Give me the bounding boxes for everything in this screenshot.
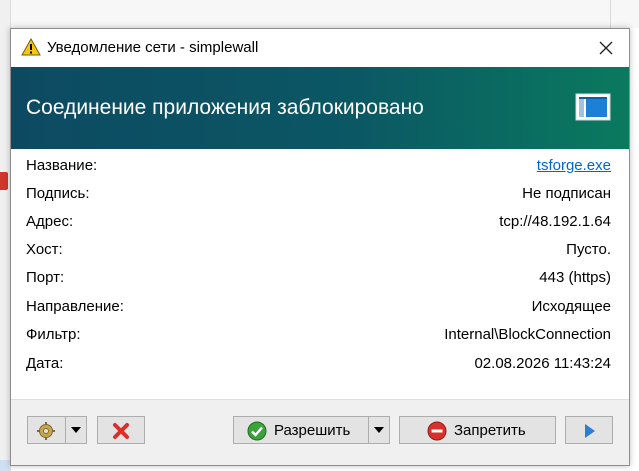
allow-dropdown-toggle[interactable] (368, 417, 389, 443)
window-icon (575, 93, 611, 121)
detail-value: Не подписан (522, 185, 611, 202)
settings-dropdown-toggle[interactable] (65, 417, 86, 443)
allow-split-button[interactable]: Разрешить (233, 416, 390, 444)
next-button[interactable] (565, 416, 613, 444)
detail-label: Фильтр: (26, 326, 81, 343)
block-button-label: Запретить (454, 422, 526, 439)
detail-value: 02.08.2026 11:43:24 (474, 355, 611, 372)
green-check-icon (247, 421, 267, 441)
background-divider (610, 0, 611, 28)
detail-label: Порт: (26, 269, 65, 286)
button-bar: Разрешить Запретить (11, 399, 629, 465)
detail-row-host: Хост: Пусто. (11, 235, 629, 263)
app-name-link[interactable]: tsforge.exe (537, 157, 611, 174)
detail-label: Дата: (26, 355, 64, 372)
chevron-down-icon (71, 427, 81, 433)
background-selection (0, 460, 10, 471)
close-icon (599, 41, 613, 55)
detail-label: Название: (26, 157, 98, 174)
warning-icon (21, 38, 41, 56)
details-panel: Название: tsforge.exe Подпись: Не подпис… (11, 149, 629, 399)
chevron-down-icon (374, 427, 384, 433)
detail-value: tcp://48.192.1.64 (499, 213, 611, 230)
detail-label: Адрес: (26, 213, 74, 230)
delete-button[interactable] (97, 416, 145, 444)
detail-value: Пусто. (566, 241, 611, 258)
window-title: Уведомление сети - simplewall (47, 39, 259, 56)
block-button[interactable]: Запретить (399, 416, 556, 444)
detail-row-port: Порт: 443 (https) (11, 263, 629, 291)
header-title: Соединение приложения заблокировано (26, 96, 424, 119)
title-bar: Уведомление сети - simplewall (11, 29, 629, 67)
detail-label: Хост: (26, 241, 63, 258)
notification-dialog: Уведомление сети - simplewall Соединение… (10, 28, 630, 466)
detail-value: Исходящее (531, 298, 611, 315)
detail-row-name: Название: tsforge.exe (11, 151, 629, 179)
allow-button-label: Разрешить (274, 422, 351, 439)
detail-row-filter: Фильтр: Internal\BlockConnection (11, 320, 629, 348)
detail-value: Internal\BlockConnection (444, 326, 611, 343)
red-no-entry-icon (427, 421, 447, 441)
red-x-icon (113, 423, 129, 439)
header-banner: Соединение приложения заблокировано (11, 67, 629, 149)
detail-row-direction: Направление: Исходящее (11, 292, 629, 320)
detail-row-date: Дата: 02.08.2026 11:43:24 (11, 349, 629, 377)
detail-value: 443 (https) (539, 269, 611, 286)
detail-label: Направление: (26, 298, 124, 315)
background-pdf-icon (0, 172, 8, 190)
detail-row-signature: Подпись: Не подписан (11, 179, 629, 207)
detail-label: Подпись: (26, 185, 90, 202)
close-button[interactable] (583, 29, 629, 67)
detail-row-address: Адрес: tcp://48.192.1.64 (11, 207, 629, 235)
settings-gear-icon (37, 422, 55, 440)
background-toolbar (0, 0, 639, 28)
play-arrow-icon (585, 424, 595, 438)
settings-split-button[interactable] (27, 416, 87, 444)
